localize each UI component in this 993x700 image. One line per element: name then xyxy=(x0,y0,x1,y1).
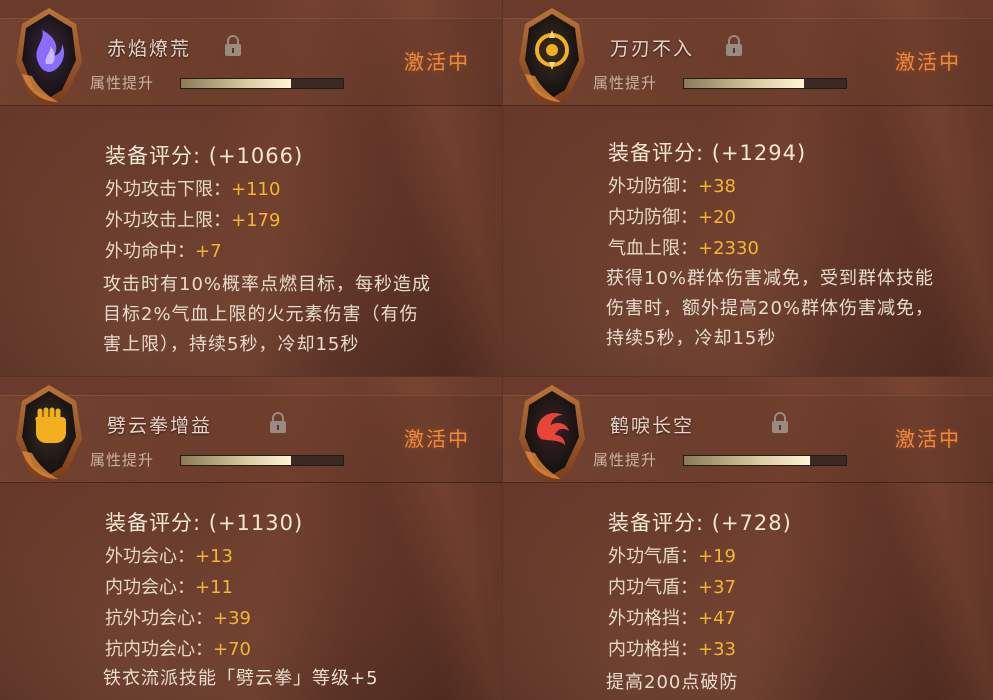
stat-row: 外功格挡：+47 xyxy=(608,608,736,629)
stat-row: 内功气盾：+37 xyxy=(608,577,736,598)
red-crane-emblem-icon xyxy=(519,385,585,483)
lock-icon[interactable] xyxy=(723,34,745,58)
golden-ring-emblem-icon xyxy=(519,8,585,106)
stat-row: 外功攻击下限：+110 xyxy=(105,179,281,200)
lock-icon[interactable] xyxy=(222,34,244,58)
lock-icon[interactable] xyxy=(769,411,791,435)
status-active: 激活中 xyxy=(895,427,961,451)
set-name: 劈云拳增益 xyxy=(107,415,213,437)
equipment-score: 装备评分: (+1130) xyxy=(105,511,304,535)
attribute-boost-label: 属性提升 xyxy=(90,74,155,92)
effect-description: 获得10%群体伤害减免，受到群体技能 伤害时，额外提高20%群体伤害减免， 持续… xyxy=(606,268,935,349)
stat-row: 外功气盾：+19 xyxy=(608,546,736,567)
set-bonus-card: 万刃不入 属性提升 激活中 装备评分: (+1294) 外功防御：+38 内功防… xyxy=(503,0,993,376)
attribute-progress-bar xyxy=(683,455,847,466)
set-bonus-card: 鹤唳长空 属性提升 激活中 装备评分: (+728) 外功气盾：+19 内功气盾… xyxy=(503,377,993,700)
stat-row: 抗外功会心：+39 xyxy=(105,608,251,629)
attribute-boost-label: 属性提升 xyxy=(593,74,658,92)
lock-icon[interactable] xyxy=(267,411,289,435)
golden-fist-emblem-icon xyxy=(16,385,82,483)
stat-row: 外功命中：+7 xyxy=(105,241,222,262)
set-name: 万刃不入 xyxy=(610,38,695,60)
status-active: 激活中 xyxy=(895,50,961,74)
stat-row: 抗内功会心：+70 xyxy=(105,639,251,660)
stats-list: 装备评分: (+1066) 外功攻击下限：+110 外功攻击上限：+179 外功… xyxy=(105,140,303,267)
progress-fill xyxy=(181,79,292,88)
set-bonus-card: 赤焰燎荒 属性提升 激活中 装备评分: (+1066) 外功攻击下限：+110 … xyxy=(0,0,502,376)
attribute-boost-label: 属性提升 xyxy=(593,451,658,469)
stat-row: 外功会心：+13 xyxy=(105,546,233,567)
attribute-boost-label: 属性提升 xyxy=(90,451,155,469)
stat-row: 外功防御：+38 xyxy=(608,176,736,197)
equipment-score: 装备评分: (+1066) xyxy=(105,144,304,168)
stat-row: 内功防御：+20 xyxy=(608,207,736,228)
set-bonus-card: 劈云拳增益 属性提升 激活中 装备评分: (+1130) 外功会心：+13 内功… xyxy=(0,377,502,700)
status-active: 激活中 xyxy=(404,427,470,451)
set-name: 鹤唳长空 xyxy=(610,415,695,437)
progress-fill xyxy=(181,456,292,465)
stat-row: 内功格挡：+33 xyxy=(608,639,736,660)
stats-list: 装备评分: (+1130) 外功会心：+13 内功会心：+11 抗外功会心：+3… xyxy=(105,507,303,665)
progress-fill xyxy=(684,456,811,465)
attribute-progress-bar xyxy=(683,78,847,89)
stat-row: 外功攻击上限：+179 xyxy=(105,210,281,231)
stat-row: 气血上限：+2330 xyxy=(608,238,759,259)
stats-list: 装备评分: (+1294) 外功防御：+38 内功防御：+20 气血上限：+23… xyxy=(608,137,806,264)
stats-list: 装备评分: (+728) 外功气盾：+19 内功气盾：+37 外功格挡：+47 … xyxy=(608,507,792,665)
purple-flame-emblem-icon xyxy=(16,8,82,106)
attribute-progress-bar xyxy=(180,455,344,466)
equipment-score: 装备评分: (+1294) xyxy=(608,141,807,165)
effect-description: 铁衣流派技能「劈云拳」等级+5 xyxy=(103,668,379,689)
set-name: 赤焰燎荒 xyxy=(107,38,192,60)
status-active: 激活中 xyxy=(404,50,470,74)
equipment-score: 装备评分: (+728) xyxy=(608,511,792,535)
effect-description: 攻击时有10%概率点燃目标，每秒造成 目标2%气血上限的火元素伤害（有伤 害上限… xyxy=(103,274,432,355)
progress-fill xyxy=(684,79,804,88)
effect-description: 提高200点破防 xyxy=(606,672,739,693)
stat-row: 内功会心：+11 xyxy=(105,577,233,598)
attribute-progress-bar xyxy=(180,78,344,89)
